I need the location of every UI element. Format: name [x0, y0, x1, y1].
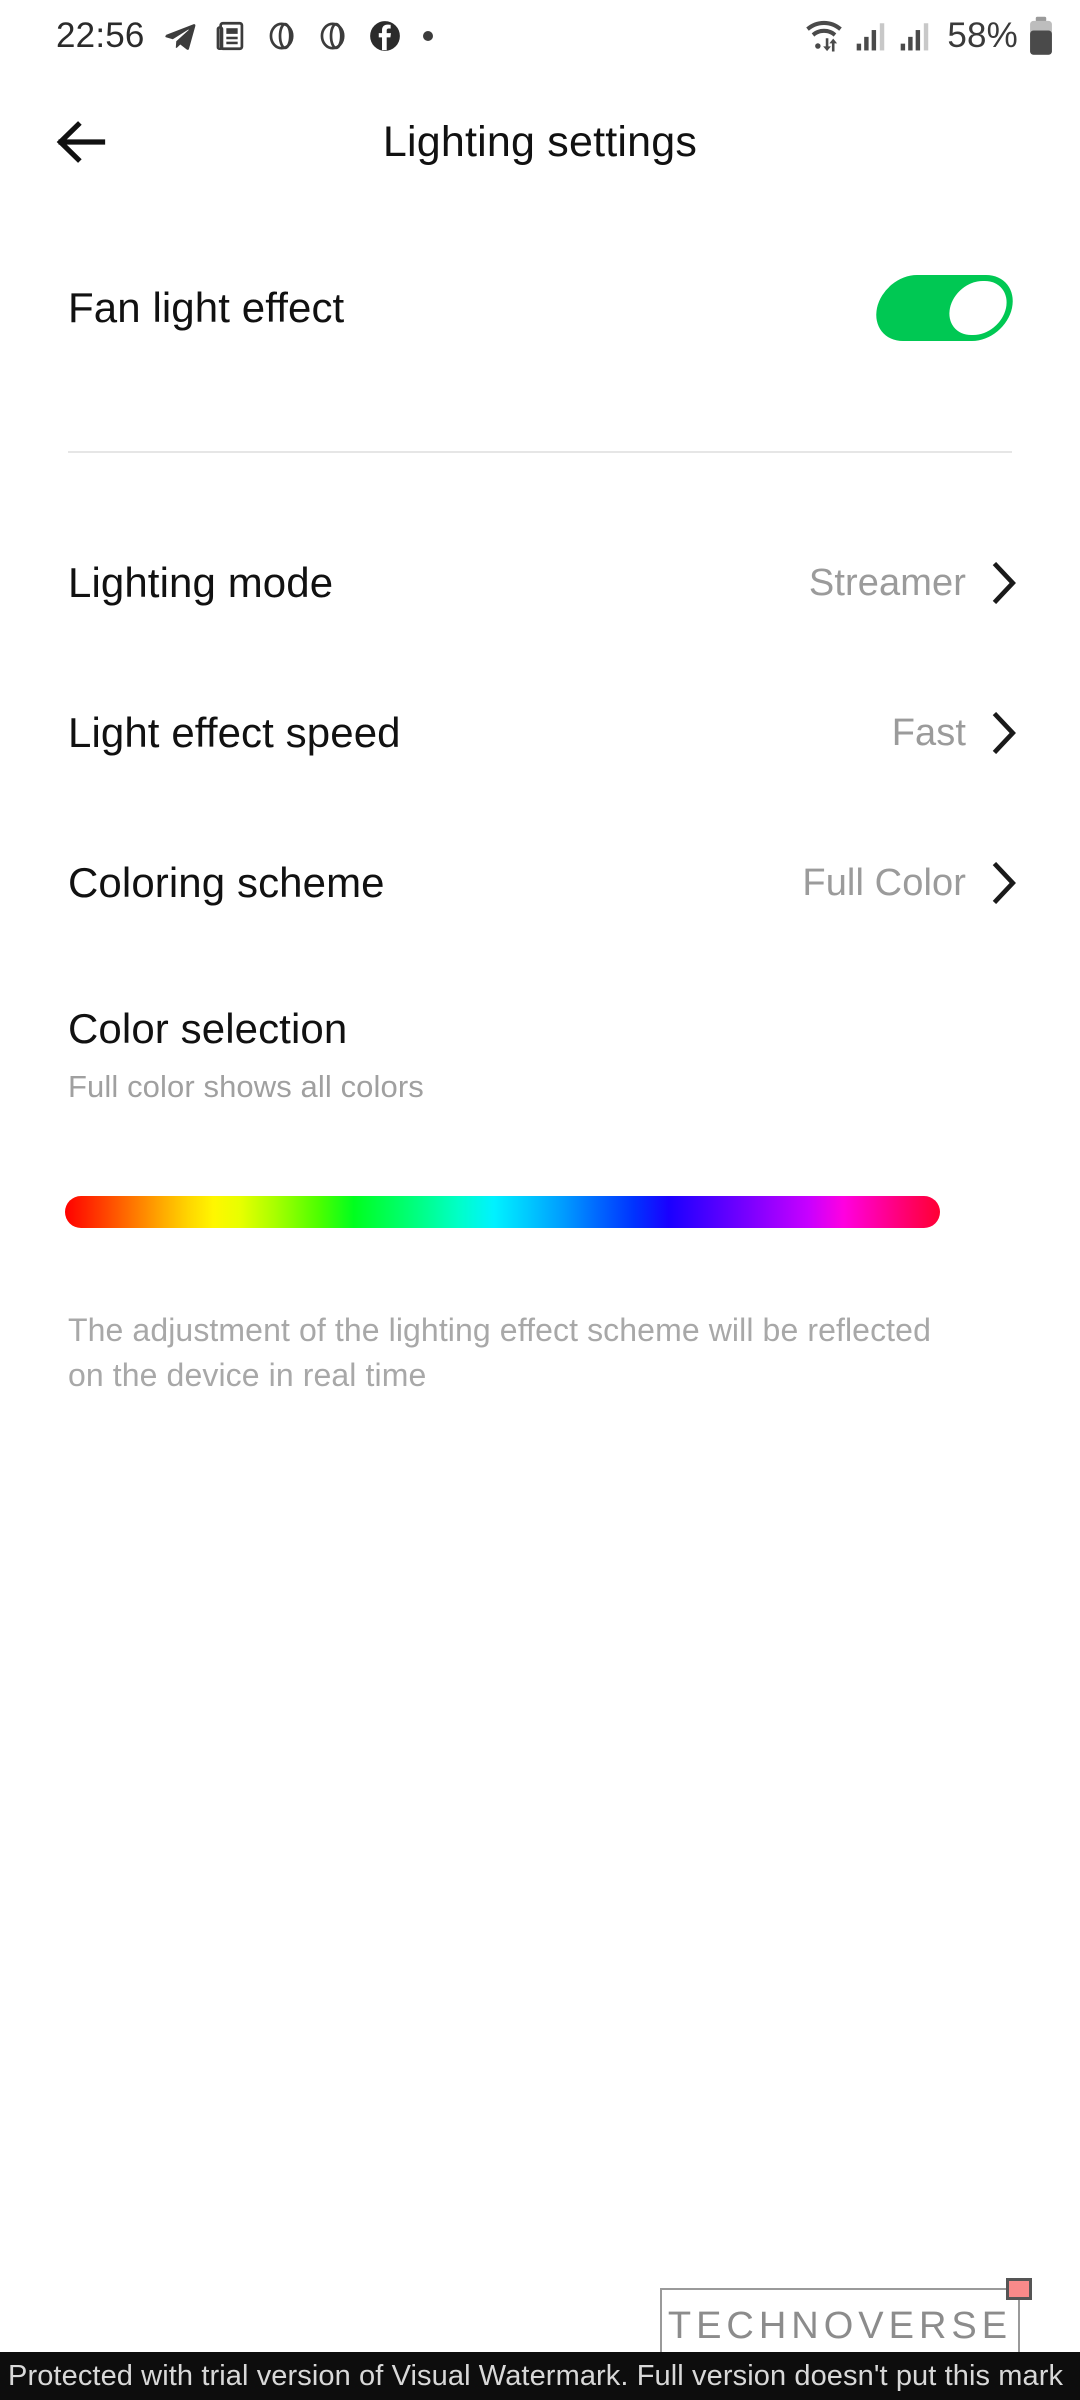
signal-bars-icon — [899, 19, 933, 53]
page-title: Lighting settings — [382, 117, 698, 166]
color-picker-slider[interactable] — [65, 1196, 940, 1228]
phone-screen: 22:56 58% Lighting settings Fan light ef… — [0, 0, 1080, 2400]
back-arrow-icon — [56, 121, 106, 163]
setting-value: Fast — [891, 711, 966, 754]
opera-icon — [317, 19, 351, 53]
chevron-right-icon — [992, 562, 1018, 604]
app-header: Lighting settings — [0, 92, 1080, 192]
status-bar-left: 22:56 — [56, 16, 437, 56]
setting-row-lighting-mode[interactable]: Lighting mode Streamer — [0, 508, 1080, 658]
setting-right-group: Fast — [892, 712, 1018, 755]
color-selection-title: Color selection — [68, 1005, 348, 1052]
setting-row-light-effect-speed[interactable]: Light effect speed Fast — [0, 658, 1080, 808]
color-selection-subtitle: Full color shows all colors — [68, 1069, 424, 1104]
status-bar-clock: 22:56 — [56, 16, 145, 55]
setting-value: Full Color — [802, 861, 966, 904]
fan-light-effect-label: Fan light effect — [68, 284, 345, 331]
wifi-icon — [803, 18, 845, 54]
setting-label: Lighting mode — [68, 559, 334, 606]
dot-icon — [419, 27, 437, 45]
fan-light-effect-row[interactable]: Fan light effect — [0, 262, 1080, 354]
hue-gradient-bar[interactable] — [65, 1196, 940, 1228]
watermark-logo-text: TECHNOVERSE — [667, 2304, 1013, 2347]
signal-bars-icon — [855, 19, 889, 53]
facebook-icon — [368, 19, 402, 53]
setting-right-group: Streamer — [809, 562, 1018, 605]
setting-label: Coloring scheme — [68, 859, 385, 906]
telegram-icon — [162, 18, 198, 54]
setting-right-group: Full Color — [802, 862, 1018, 905]
chevron-right-icon — [992, 862, 1018, 904]
battery-percent-label: 58% — [947, 16, 1018, 55]
color-selection-section: Color selection Full color shows all col… — [68, 1005, 1012, 1105]
news-document-icon — [215, 19, 249, 53]
footnote-text: The adjustment of the lighting effect sc… — [68, 1312, 931, 1394]
opera-icon — [266, 19, 300, 53]
battery-icon — [1028, 16, 1054, 56]
back-button[interactable] — [48, 107, 118, 177]
setting-label: Light effect speed — [68, 709, 401, 756]
section-divider — [68, 451, 1012, 453]
setting-value: Streamer — [808, 561, 966, 604]
toggle-knob — [944, 281, 1012, 335]
status-bar: 22:56 58% — [0, 0, 1080, 72]
settings-list: Lighting mode Streamer Light effect spee… — [0, 508, 1080, 958]
fan-light-effect-toggle[interactable] — [869, 275, 1020, 341]
chevron-right-icon — [992, 712, 1018, 754]
setting-row-coloring-scheme[interactable]: Coloring scheme Full Color — [0, 808, 1080, 958]
watermark-handle-icon — [1006, 2278, 1032, 2300]
status-bar-right: 58% — [803, 16, 1054, 56]
watermark-banner: Protected with trial version of Visual W… — [0, 2352, 1080, 2400]
